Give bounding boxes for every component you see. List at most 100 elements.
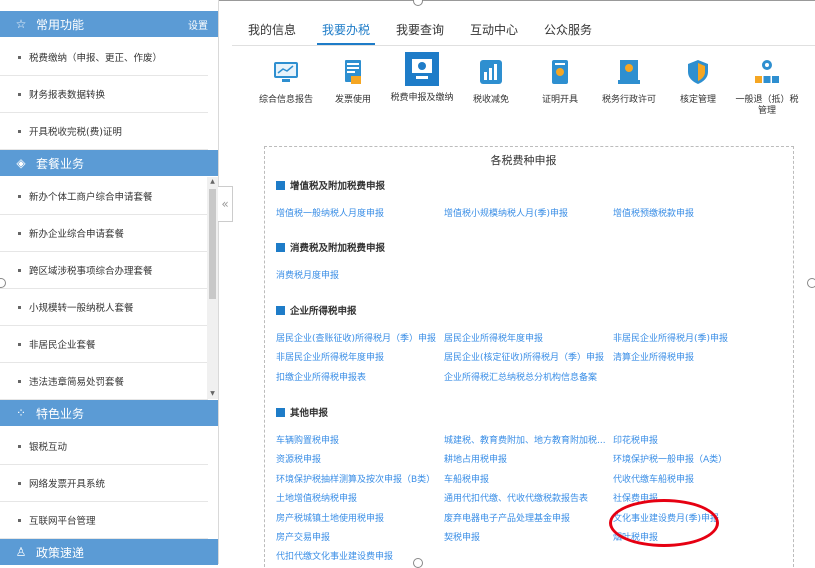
shield-check-icon <box>684 58 712 86</box>
tab-public-service[interactable]: 公众服务 <box>544 21 592 38</box>
sidebar-item-label: 违法违章简易处罚套餐 <box>29 377 125 388</box>
link-income[interactable]: 非居民企业所得税年度申报 <box>276 350 384 363</box>
sidebar-scrollbar[interactable]: ▲ ▼ <box>207 177 218 399</box>
section-header-package[interactable]: ◈ 套餐业务 <box>0 150 218 176</box>
tab-tax-handling[interactable]: 我要办税 <box>322 21 370 38</box>
link-other[interactable]: 车辆购置税申报 <box>276 433 339 446</box>
sidebar-item[interactable]: 新办企业综合申请套餐 <box>0 215 208 252</box>
link-other[interactable]: 通用代扣代缴、代收代缴税款报告表 <box>444 491 588 504</box>
settings-link[interactable]: 设置 <box>188 17 208 32</box>
scroll-up-icon[interactable]: ▲ <box>207 177 218 187</box>
collapse-sidebar-button[interactable]: « <box>218 186 233 222</box>
sidebar-item-label: 新办企业综合申请套餐 <box>29 229 125 240</box>
section-header-special[interactable]: ⁘ 特色业务 <box>0 400 218 426</box>
scrollbar-thumb[interactable] <box>209 189 216 299</box>
link-vat-prepay[interactable]: 增值税预缴税款申报 <box>613 206 694 219</box>
link-other[interactable]: 耕地占用税申报 <box>444 452 507 465</box>
resize-handle[interactable] <box>807 278 815 288</box>
main-content: 我的信息 我要办税 我要查询 互动中心 公众服务 综合信息报告 发票使用 税费申… <box>232 0 815 567</box>
link-vat-general[interactable]: 增值税一般纳税人月度申报 <box>276 206 384 219</box>
user-icon: ♙ <box>15 545 27 559</box>
bottle-icon <box>276 242 285 252</box>
func-assessment[interactable]: 核定管理 <box>666 58 730 106</box>
sidebar-item[interactable]: 非居民企业套餐 <box>0 326 208 363</box>
tab-interaction[interactable]: 互动中心 <box>470 21 518 38</box>
sidebar-item[interactable]: 互联网平台管理 <box>0 502 208 539</box>
sidebar-item-label: 新办个体工商户综合申请套餐 <box>29 192 153 203</box>
func-tax-declaration[interactable]: 税费申报及缴纳 <box>390 52 454 104</box>
link-other[interactable]: 房产交易申报 <box>276 530 330 543</box>
link-income[interactable]: 扣缴企业所得税申报表 <box>276 370 366 383</box>
sidebar-item[interactable]: 新办个体工商户综合申请套餐 <box>0 178 208 215</box>
scroll-down-icon[interactable]: ▼ <box>207 389 218 399</box>
func-admin-license[interactable]: 税务行政许可 <box>597 58 661 106</box>
link-income[interactable]: 居民企业所得税年度申报 <box>444 331 543 344</box>
sidebar-item-label: 网络发票开具系统 <box>29 479 106 490</box>
resize-handle[interactable] <box>413 558 423 568</box>
link-income[interactable]: 清算企业所得税申报 <box>613 350 694 363</box>
sidebar-item[interactable]: 跨区域涉税事项综合办理套餐 <box>0 252 208 289</box>
panel-title: 各税费种申报 <box>490 154 557 167</box>
link-vat-small[interactable]: 增值税小规模纳税人月(季)申报 <box>444 206 568 219</box>
func-invoice[interactable]: 发票使用 <box>321 58 385 106</box>
link-other[interactable]: 房产税城镇土地使用税申报 <box>276 511 384 524</box>
link-other[interactable]: 环境保护税抽样测算及按次申报（B类） <box>276 472 435 485</box>
bullet-icon <box>18 379 21 383</box>
highlight-annotation <box>609 499 719 547</box>
func-refund[interactable]: 一般退（抵）税管理 <box>735 58 799 117</box>
category-title: 其他申报 <box>290 408 329 419</box>
sidebar-item[interactable]: 财务报表数据转换 <box>0 76 208 113</box>
category-title: 企业所得税申报 <box>290 306 357 317</box>
link-other[interactable]: 印花税申报 <box>613 433 658 446</box>
section-header-policy[interactable]: ♙ 政策速递 <box>0 539 218 565</box>
func-info-report[interactable]: 综合信息报告 <box>254 58 318 106</box>
func-tax-reduction[interactable]: 税收减免 <box>459 58 523 106</box>
sidebar-item[interactable]: 小规模转一般纳税人套餐 <box>0 289 208 326</box>
tax-reduction-icon <box>477 58 505 86</box>
link-income[interactable]: 居民企业(核定征收)所得税月（季）申报 <box>444 350 604 363</box>
link-other[interactable]: 代收代缴车船税申报 <box>613 472 694 485</box>
link-other[interactable]: 代扣代缴文化事业建设费申报 <box>276 549 393 562</box>
sidebar-item-label: 税费缴纳（申报、更正、作废） <box>29 53 163 64</box>
sidebar-item[interactable]: 开具税收完税(费)证明 <box>0 113 208 150</box>
sidebar-item[interactable]: 税费缴纳（申报、更正、作废） <box>0 39 208 76</box>
section-header-common[interactable]: ☆ 常用功能 设置 <box>0 11 218 37</box>
func-certificate[interactable]: 证明开具 <box>528 58 592 106</box>
sidebar-item-label: 跨区域涉税事项综合办理套餐 <box>29 266 153 277</box>
sidebar-item-label: 互联网平台管理 <box>29 516 96 527</box>
layers-icon: ◈ <box>16 156 26 170</box>
apps-icon <box>276 407 285 417</box>
sidebar-item-label: 财务报表数据转换 <box>29 90 106 101</box>
sidebar: ☆ 常用功能 设置 税费缴纳（申报、更正、作废） 财务报表数据转换 开具税收完税… <box>0 0 219 565</box>
grid-icon: ⁘ <box>15 406 27 420</box>
link-income[interactable]: 居民企业(查账征收)所得税月（季）申报 <box>276 331 436 344</box>
link-other[interactable]: 土地增值税纳税申报 <box>276 491 357 504</box>
link-income[interactable]: 企业所得税汇总纳税总分机构信息备案 <box>444 370 597 383</box>
invoice-icon <box>339 58 367 86</box>
link-income[interactable]: 非居民企业所得税月(季)申报 <box>613 331 728 344</box>
tab-query[interactable]: 我要查询 <box>396 21 444 38</box>
sidebar-item-label: 小规模转一般纳税人套餐 <box>29 303 134 314</box>
link-other[interactable]: 资源税申报 <box>276 452 321 465</box>
link-other[interactable]: 废弃电器电子产品处理基金申报 <box>444 511 570 524</box>
bullet-icon <box>18 92 21 96</box>
bullet-icon <box>18 268 21 272</box>
sidebar-item[interactable]: 银税互动 <box>0 428 208 465</box>
sidebar-item[interactable]: 违法违章简易处罚套餐 <box>0 363 208 400</box>
sidebar-item[interactable]: 网络发票开具系统 <box>0 465 208 502</box>
tab-my-info[interactable]: 我的信息 <box>248 21 296 38</box>
func-label: 税收减免 <box>472 95 509 105</box>
category-enterprise-income: 企业所得税申报 <box>276 303 357 317</box>
func-label: 核定管理 <box>679 95 716 105</box>
func-label: 税务行政许可 <box>601 95 656 105</box>
building-icon <box>276 305 285 315</box>
tax-declaration-icon <box>405 52 439 86</box>
link-other[interactable]: 环境保护税一般申报（A类） <box>613 452 727 465</box>
func-label: 一般退（抵）税管理 <box>735 95 799 116</box>
star-icon: ☆ <box>15 17 27 31</box>
link-other[interactable]: 契税申报 <box>444 530 480 543</box>
bullet-icon <box>18 231 21 235</box>
link-consumption-monthly[interactable]: 消费税月度申报 <box>276 268 339 281</box>
link-other[interactable]: 城建税、教育费附加、地方教育附加税... <box>444 433 606 446</box>
link-other[interactable]: 车船税申报 <box>444 472 489 485</box>
